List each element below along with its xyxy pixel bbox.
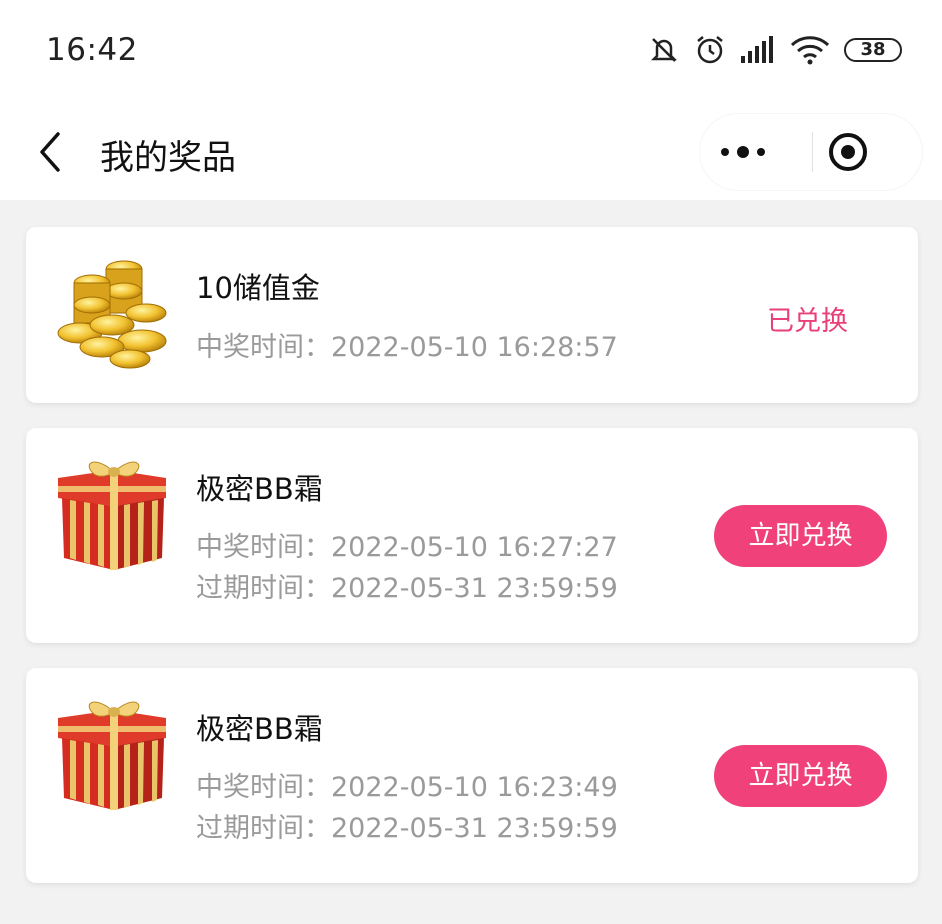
win-time: 中奖时间：2022-05-10 16:23:49 — [196, 772, 618, 803]
gift-box-icon — [58, 461, 166, 570]
redeemed-status: 已兑换 — [767, 306, 848, 337]
prize-name: 极密BB霜 — [196, 472, 323, 506]
status-icons: 38 — [648, 30, 902, 70]
record-circle-icon — [829, 133, 867, 171]
nav-bar: 我的奖品 — [0, 104, 942, 200]
page-title: 我的奖品 — [100, 138, 236, 178]
mute-bell-icon — [650, 38, 678, 62]
prize-card: 极密BB霜 中奖时间：2022-05-10 16:23:49 过期时间：2022… — [26, 668, 918, 883]
prize-card: 极密BB霜 中奖时间：2022-05-10 16:27:27 过期时间：2022… — [26, 428, 918, 643]
gold-coins-icon — [57, 260, 167, 369]
gift-box-icon — [58, 701, 166, 810]
prize-name: 10储值金 — [196, 271, 320, 305]
mini-program-capsule — [700, 114, 922, 190]
win-time: 中奖时间：2022-05-10 16:28:57 — [196, 332, 618, 363]
redeem-button[interactable]: 立即兑换 — [714, 505, 887, 567]
back-button[interactable] — [30, 128, 70, 176]
capsule-divider — [812, 132, 813, 172]
status-time: 16:42 — [46, 32, 138, 68]
expire-time: 过期时间：2022-05-31 23:59:59 — [196, 813, 618, 844]
expire-time: 过期时间：2022-05-31 23:59:59 — [196, 573, 618, 604]
redeem-button[interactable]: 立即兑换 — [714, 745, 887, 807]
prize-card: 10储值金 中奖时间：2022-05-10 16:28:57 已兑换 — [26, 227, 918, 403]
close-button[interactable] — [828, 132, 868, 172]
signal-icon — [741, 36, 773, 63]
prize-name: 极密BB霜 — [196, 712, 323, 746]
alarm-icon — [697, 36, 723, 64]
battery-indicator: 38 — [844, 38, 902, 62]
wifi-icon — [790, 36, 830, 65]
more-dots-icon — [721, 146, 765, 158]
win-time: 中奖时间：2022-05-10 16:27:27 — [196, 532, 618, 563]
chevron-left-icon — [40, 132, 60, 172]
more-button[interactable] — [718, 134, 768, 170]
status-bar: 16:42 38 — [0, 0, 942, 104]
